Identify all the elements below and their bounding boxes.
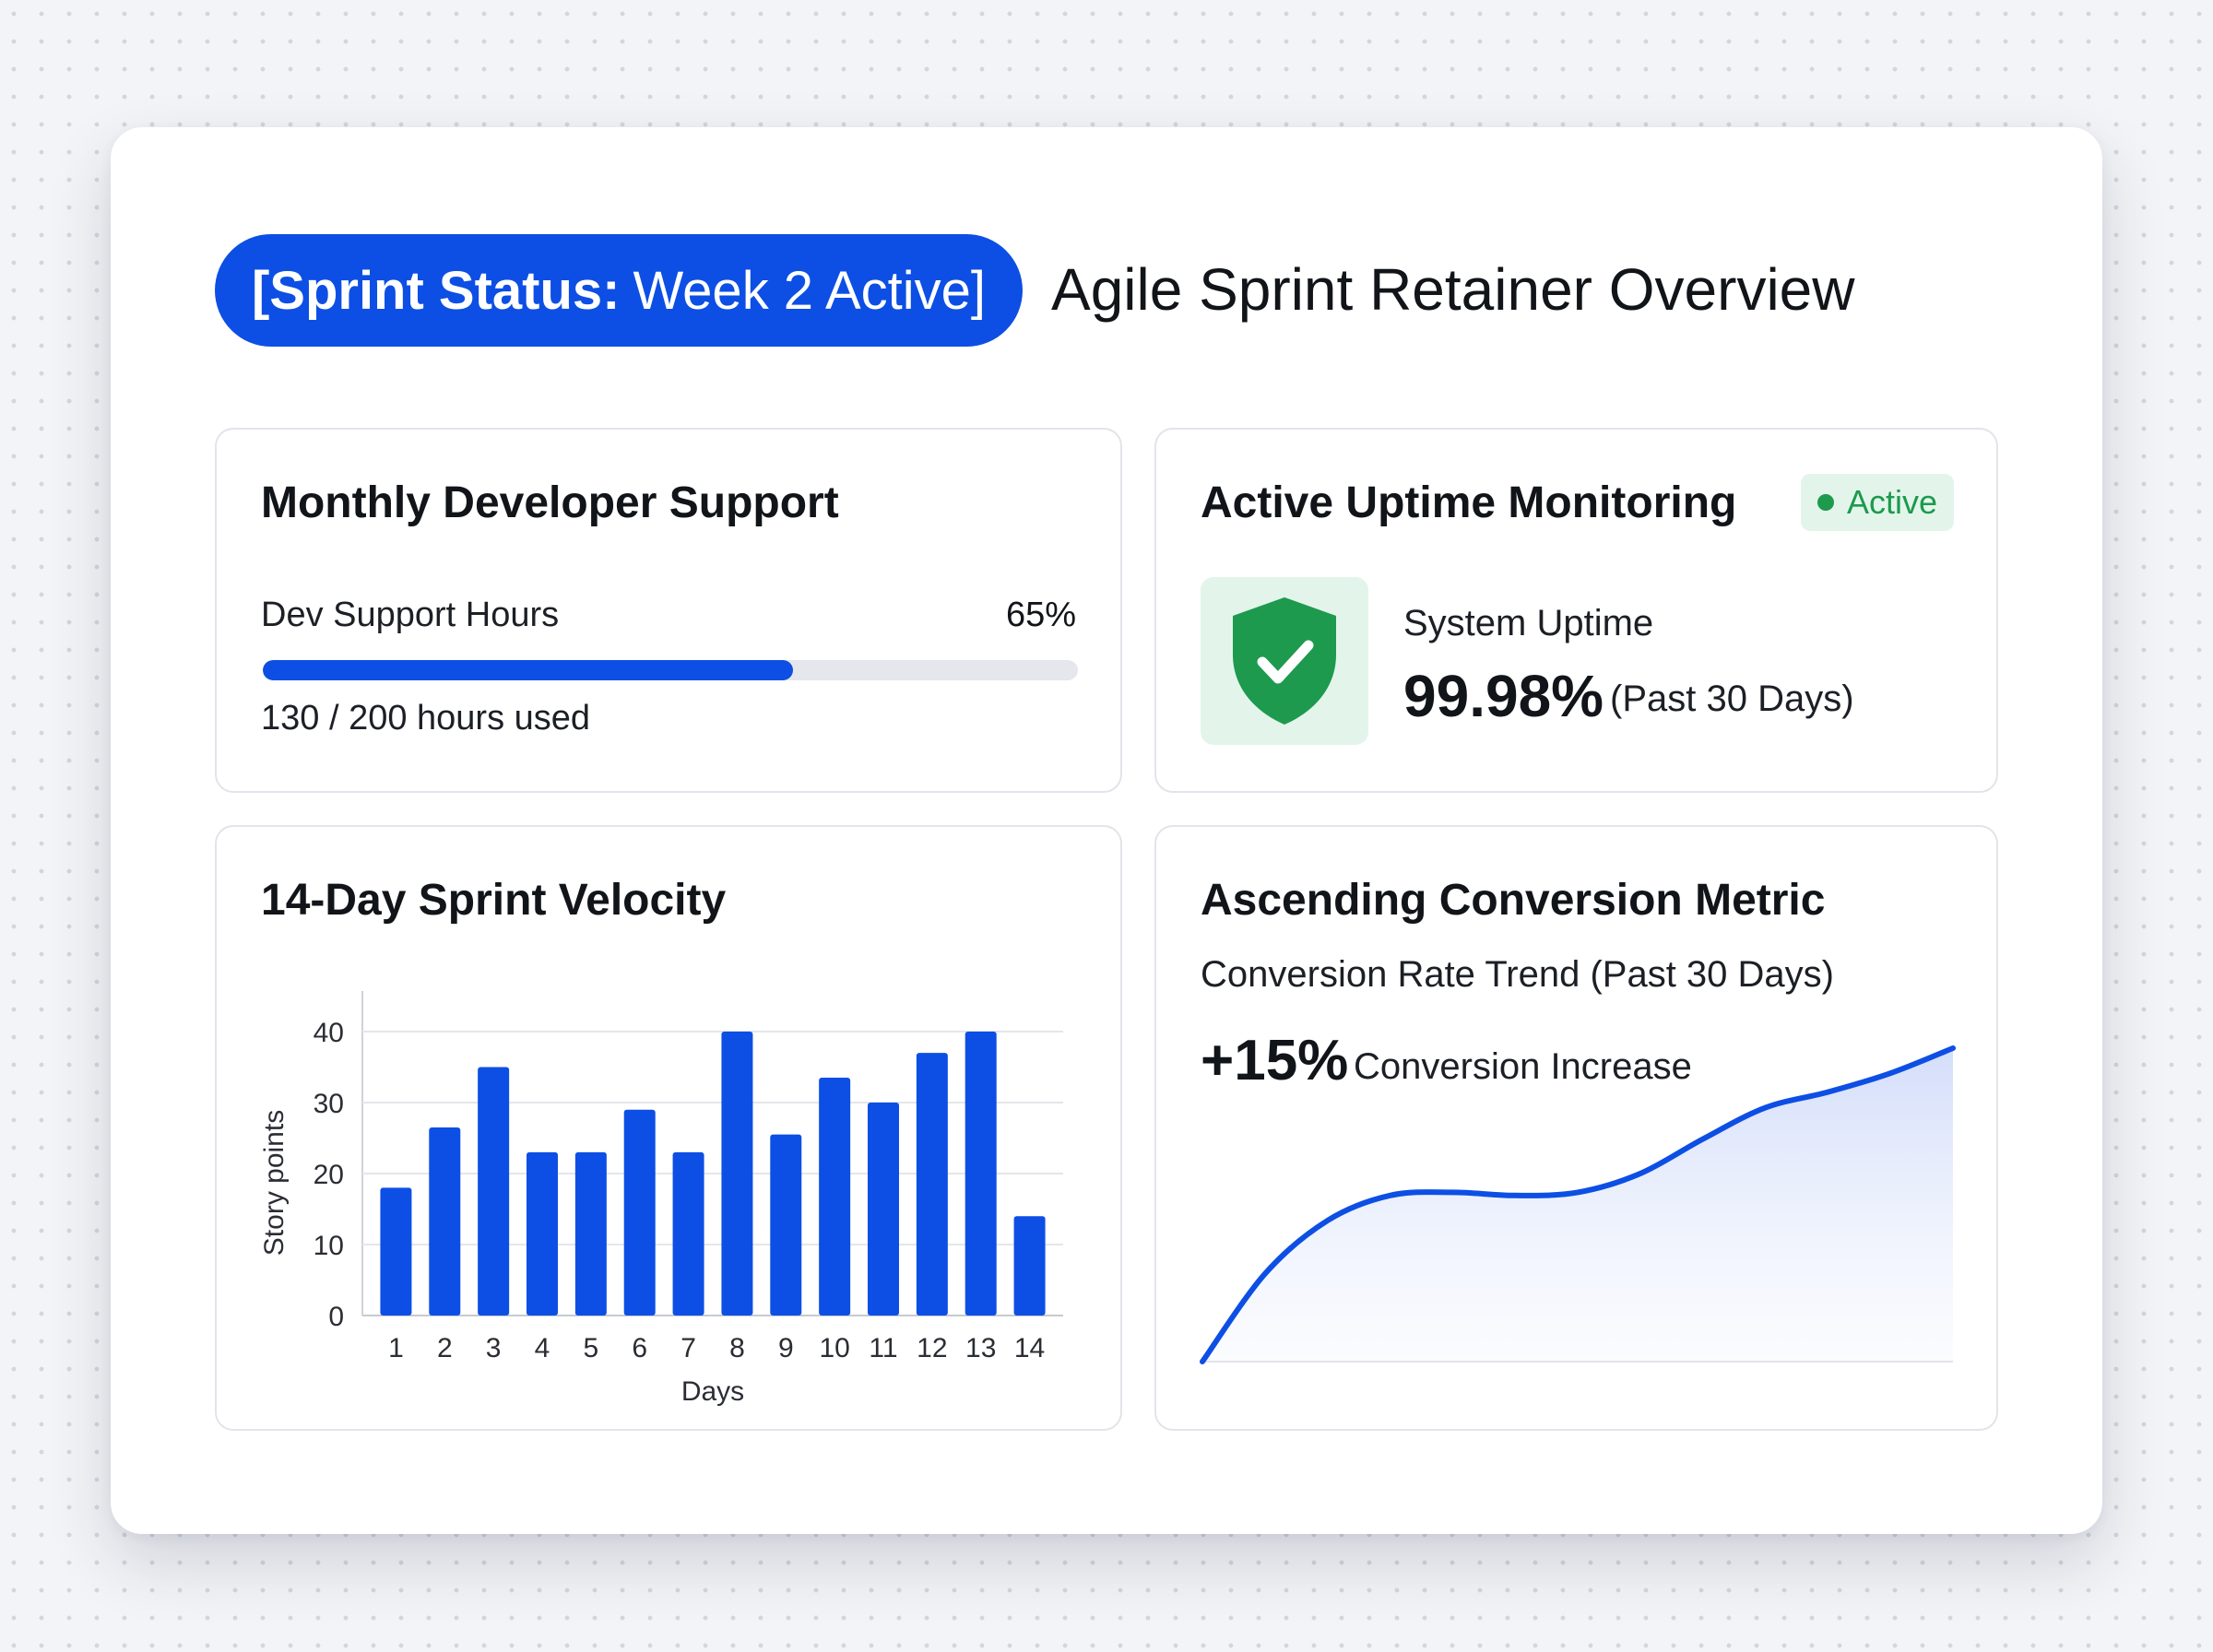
velocity-bar [916, 1053, 948, 1316]
x-tick-label: 1 [388, 1333, 404, 1363]
sprint-status-label: [Sprint Status: [251, 260, 621, 321]
system-uptime-label: System Uptime [1403, 603, 1654, 643]
x-tick-label: 2 [437, 1333, 453, 1363]
sprint-velocity-panel: 14-Day Sprint Velocity 0 10 20 30 40 1 2 3 4 5 6 7 8… [215, 825, 1122, 1431]
y-tick-label: 10 [314, 1231, 344, 1261]
conversion-area-fill [1202, 1048, 1953, 1362]
dev-support-hours-label: Dev Support Hours [261, 596, 560, 634]
velocity-bar [868, 1103, 899, 1316]
velocity-bar [527, 1151, 558, 1316]
status-badge: Active [1800, 474, 1954, 531]
status-badge-label: Active [1846, 483, 1937, 521]
dev-support-usage: 130 / 200 hours used [261, 699, 591, 738]
velocity-bar [429, 1127, 461, 1316]
velocity-bar [1013, 1216, 1046, 1316]
x-tick-label: 12 [917, 1333, 947, 1363]
velocity-bar [770, 1134, 802, 1316]
dev-support-percent: 65% [1005, 596, 1076, 634]
y-tick-label: 30 [314, 1089, 344, 1119]
x-tick-label: 5 [584, 1333, 599, 1363]
velocity-bar [478, 1067, 510, 1316]
shield-check-icon [1201, 577, 1368, 745]
x-tick-label: 7 [680, 1333, 696, 1363]
sprint-status-value: Week 2 Active] [633, 260, 987, 321]
x-tick-label: 8 [729, 1333, 745, 1363]
y-axis-label: Story points [259, 1110, 290, 1256]
developer-support-title: Monthly Developer Support [261, 478, 839, 527]
velocity-bar [819, 1078, 851, 1316]
x-tick-label: 3 [486, 1333, 502, 1363]
sprint-status-badge: [Sprint Status: Week 2 Active] [215, 234, 1023, 347]
page-title: Agile Sprint Retainer Overview [1051, 256, 1855, 323]
velocity-bar [380, 1187, 412, 1316]
y-tick-label: 40 [314, 1018, 344, 1048]
conversion-trend-chart [1200, 1045, 1956, 1364]
x-tick-label: 4 [535, 1333, 550, 1363]
x-tick-label: 11 [869, 1333, 897, 1363]
velocity-bar [964, 1032, 997, 1316]
y-tick-label: 20 [314, 1160, 344, 1190]
system-uptime-value: 99.98% [1403, 663, 1604, 729]
velocity-bar [574, 1151, 607, 1316]
velocity-bar [623, 1109, 656, 1316]
dev-support-progress-fill [263, 660, 793, 680]
uptime-monitoring-title: Active Uptime Monitoring [1201, 478, 1737, 527]
velocity-bar [672, 1151, 704, 1316]
y-tick-label: 0 [328, 1302, 344, 1332]
sprint-velocity-chart: 0102030401 2 3 4 5 6 7 8 9 10 11 12 13 14DaysStory po… [259, 991, 1063, 1407]
dev-support-progress-bar [263, 660, 1078, 680]
system-uptime-period: (Past 30 Days) [1610, 678, 1854, 719]
developer-support-panel: Monthly Developer Support Dev Support Ho… [215, 428, 1122, 793]
conversion-metric-panel: Ascending Conversion Metric Conversion R… [1154, 825, 1998, 1431]
x-axis-label: Days [681, 1376, 744, 1407]
x-tick-label: 10 [819, 1333, 849, 1363]
x-tick-label: 9 [778, 1333, 794, 1363]
x-tick-label: 14 [1014, 1333, 1045, 1363]
x-tick-label: 13 [965, 1333, 996, 1363]
uptime-monitoring-panel: Active Uptime Monitoring Active System U… [1154, 428, 1998, 793]
velocity-bar [721, 1032, 753, 1316]
status-dot-icon [1817, 494, 1834, 511]
x-tick-label: 6 [632, 1333, 647, 1363]
